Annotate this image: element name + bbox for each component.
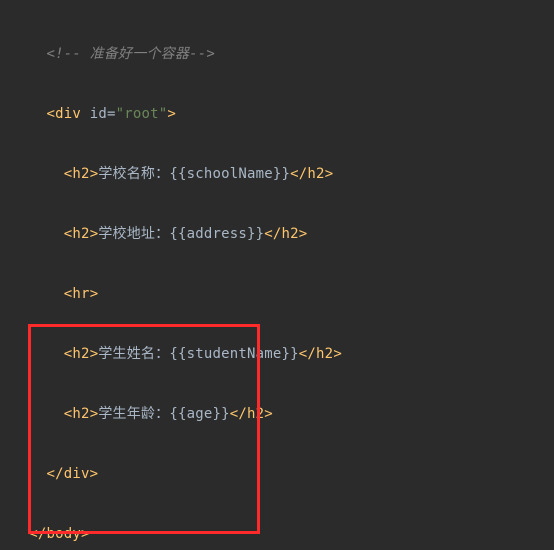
code-line: <h2>学校地址：{{address}}</h2> [12, 224, 554, 244]
code-line: </div> [12, 464, 554, 484]
code-line: <hr> [12, 284, 554, 304]
code-line: <!-- 准备好一个容器--> [12, 44, 554, 64]
code-line: <h2>学生年龄：{{age}}</h2> [12, 404, 554, 424]
code-line: <h2>学生姓名：{{studentName}}</h2> [12, 344, 554, 364]
code-editor[interactable]: <!-- 准备好一个容器--> <div id="root"> <h2>学校名称… [0, 0, 554, 550]
html-comment: <!-- 准备好一个容器--> [47, 46, 215, 62]
code-line: </body> [12, 524, 554, 544]
code-line: <div id="root"> [12, 104, 554, 124]
code-line: <h2>学校名称：{{schoolName}}</h2> [12, 164, 554, 184]
